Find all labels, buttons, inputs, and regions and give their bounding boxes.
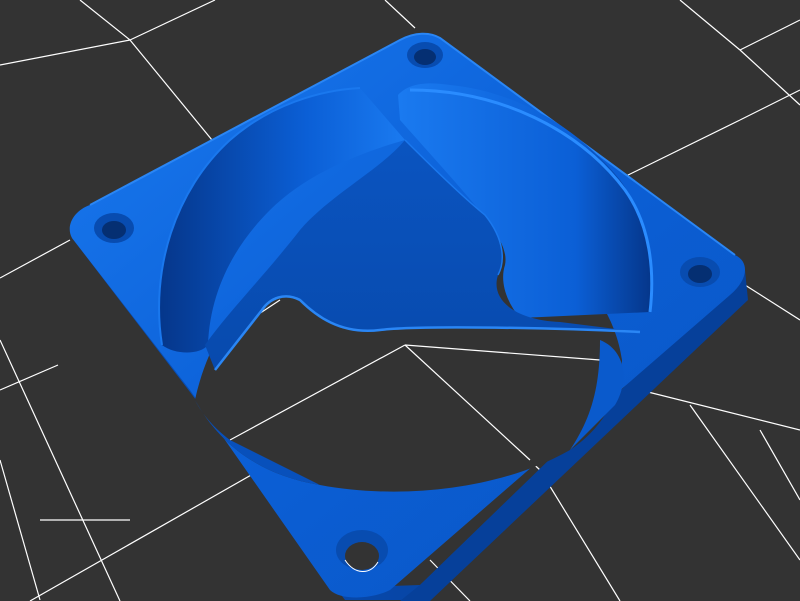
mounting-hole-left bbox=[94, 213, 134, 243]
3d-viewport[interactable] bbox=[0, 0, 800, 601]
mounting-hole-right bbox=[680, 257, 720, 287]
fan-shroud-model[interactable] bbox=[69, 32, 748, 601]
mounting-hole-top bbox=[407, 42, 443, 68]
scene-canvas[interactable] bbox=[0, 0, 800, 601]
